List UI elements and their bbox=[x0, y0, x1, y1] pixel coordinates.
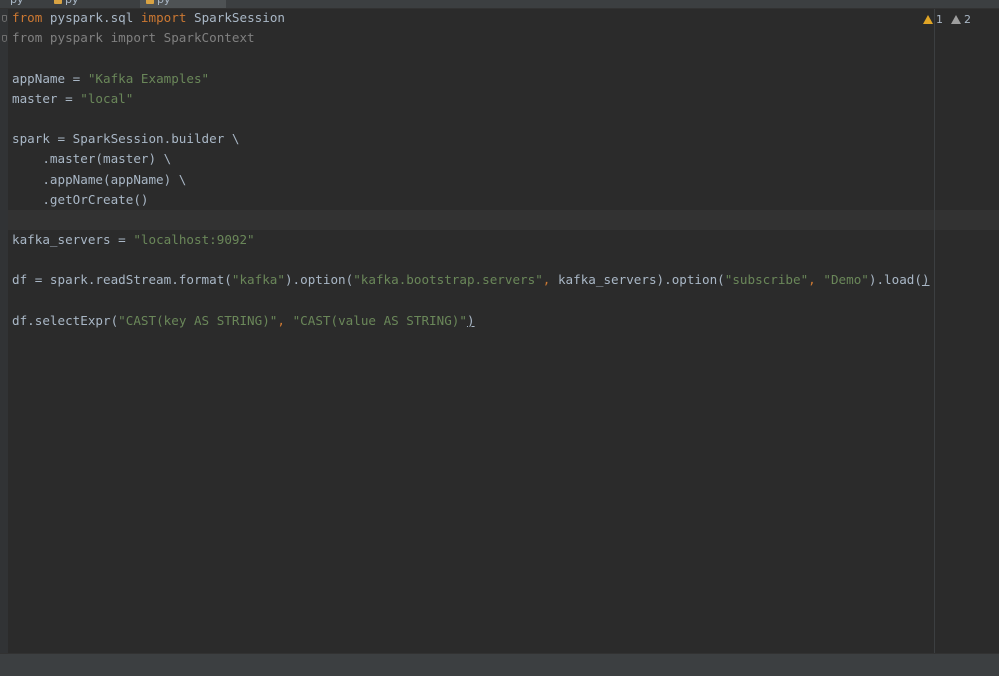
comma-token: , bbox=[277, 312, 285, 328]
keyword-token: from bbox=[12, 10, 43, 25]
python-file-icon bbox=[146, 0, 154, 4]
comma-token: , bbox=[808, 272, 816, 288]
code-token: .master(master) \ bbox=[12, 151, 172, 167]
string-token: "kafka.bootstrap.servers" bbox=[353, 272, 543, 288]
editor-tab-2[interactable]: py bbox=[48, 0, 85, 8]
code-token: kafka_servers).option( bbox=[550, 272, 725, 288]
status-bar bbox=[0, 653, 999, 676]
string-token: "CAST(value AS STRING)" bbox=[292, 312, 467, 328]
warnings-indicator[interactable]: 1 bbox=[923, 13, 943, 26]
code-line-1: from pyspark.sql import SparkSession bbox=[12, 8, 930, 28]
inspection-widget[interactable]: 1 2 bbox=[923, 13, 971, 26]
weak-warnings-indicator[interactable]: 2 bbox=[951, 13, 971, 26]
code-token: .getOrCreate() bbox=[12, 191, 149, 207]
string-token: "kafka" bbox=[231, 272, 285, 288]
code-token: ).load( bbox=[868, 272, 922, 288]
tab-label: py bbox=[10, 0, 24, 6]
weak-warning-triangle-icon bbox=[951, 15, 961, 24]
weak-warnings-count: 2 bbox=[964, 13, 971, 26]
warning-triangle-icon bbox=[923, 15, 933, 24]
fold-start-icon[interactable] bbox=[2, 15, 7, 22]
code-line-4: appName = "Kafka Examples" bbox=[12, 69, 930, 89]
right-margin-guide bbox=[934, 9, 935, 654]
code-token: df.selectExpr( bbox=[12, 312, 119, 328]
code-line-14: df = spark.readStream.format("kafka").op… bbox=[12, 270, 930, 290]
code-line-12: kafka_servers = "localhost:9092" bbox=[12, 230, 930, 250]
string-token: "local" bbox=[80, 90, 134, 106]
tab-label: py bbox=[157, 0, 171, 6]
string-token: "CAST(key AS STRING)" bbox=[118, 312, 278, 328]
code-line-5: master = "local" bbox=[12, 89, 930, 109]
tab-label: py bbox=[65, 0, 79, 6]
code-area[interactable]: from pyspark.sql import SparkSession from… bbox=[12, 8, 930, 331]
string-token: "subscribe" bbox=[724, 272, 809, 288]
string-token: "Demo" bbox=[823, 272, 869, 288]
editor-gutter[interactable] bbox=[0, 9, 8, 654]
code-token: .appName(appName) \ bbox=[12, 171, 187, 187]
matched-paren-token: ) bbox=[466, 312, 475, 328]
matched-paren-token: ) bbox=[921, 272, 930, 288]
code-line-16: df.selectExpr("CAST(key AS STRING)", "CA… bbox=[12, 311, 930, 331]
code-token: pyspark.sql bbox=[42, 10, 141, 25]
code-line-8: .master(master) \ bbox=[12, 149, 930, 169]
warnings-count: 1 bbox=[936, 13, 943, 26]
code-token: df = spark.readStream.format( bbox=[12, 272, 232, 288]
keyword-token: import bbox=[140, 10, 187, 25]
code-token: SparkSession bbox=[186, 10, 285, 25]
code-token: master = bbox=[12, 90, 81, 106]
code-token: kafka_servers = bbox=[12, 232, 134, 248]
python-file-icon bbox=[54, 0, 62, 4]
code-token: ).option( bbox=[284, 272, 354, 288]
code-line-2: from pyspark import SparkContext bbox=[12, 28, 930, 48]
unused-import-token: from pyspark import SparkContext bbox=[12, 30, 255, 46]
code-line-9: .appName(appName) \ bbox=[12, 170, 930, 190]
code-line-10: .getOrCreate() bbox=[12, 190, 930, 210]
code-line-7: spark = SparkSession.builder \ bbox=[12, 129, 930, 149]
string-token: "localhost:9092" bbox=[133, 232, 255, 248]
fold-end-icon[interactable] bbox=[2, 35, 7, 42]
string-token: "Kafka Examples" bbox=[87, 70, 210, 86]
editor-tab-1[interactable]: py bbox=[4, 0, 30, 8]
code-editor-window: py py py from pyspark.sql import SparkSe… bbox=[0, 0, 999, 676]
code-token: spark = SparkSession.builder \ bbox=[12, 131, 240, 147]
code-token: appName = bbox=[12, 70, 88, 86]
